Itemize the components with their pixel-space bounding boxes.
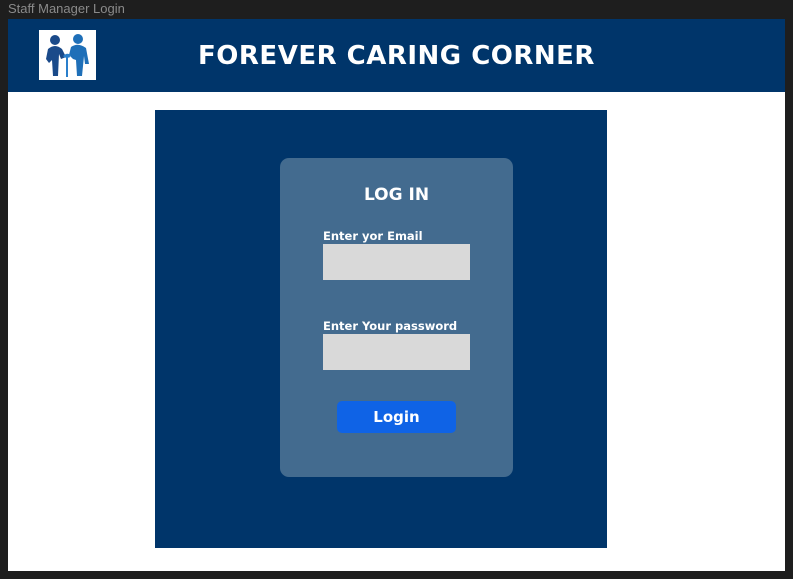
password-field[interactable] xyxy=(323,334,470,370)
login-title: LOG IN xyxy=(363,185,430,205)
brand-title: FOREVER CARING CORNER xyxy=(198,41,595,71)
login-card: LOG IN Enter yor Email Enter Your passwo… xyxy=(280,158,513,477)
password-label: Enter Your password xyxy=(323,319,458,333)
app-window: FOREVER CARING CORNER LOG IN Enter yor E… xyxy=(8,19,785,571)
login-panel: LOG IN Enter yor Email Enter Your passwo… xyxy=(155,110,607,548)
email-label: Enter yor Email xyxy=(323,229,423,243)
header-bar: FOREVER CARING CORNER xyxy=(8,19,785,92)
login-button[interactable]: Login xyxy=(337,401,456,433)
window-title: Staff Manager Login xyxy=(8,1,125,16)
email-field[interactable] xyxy=(323,244,470,280)
